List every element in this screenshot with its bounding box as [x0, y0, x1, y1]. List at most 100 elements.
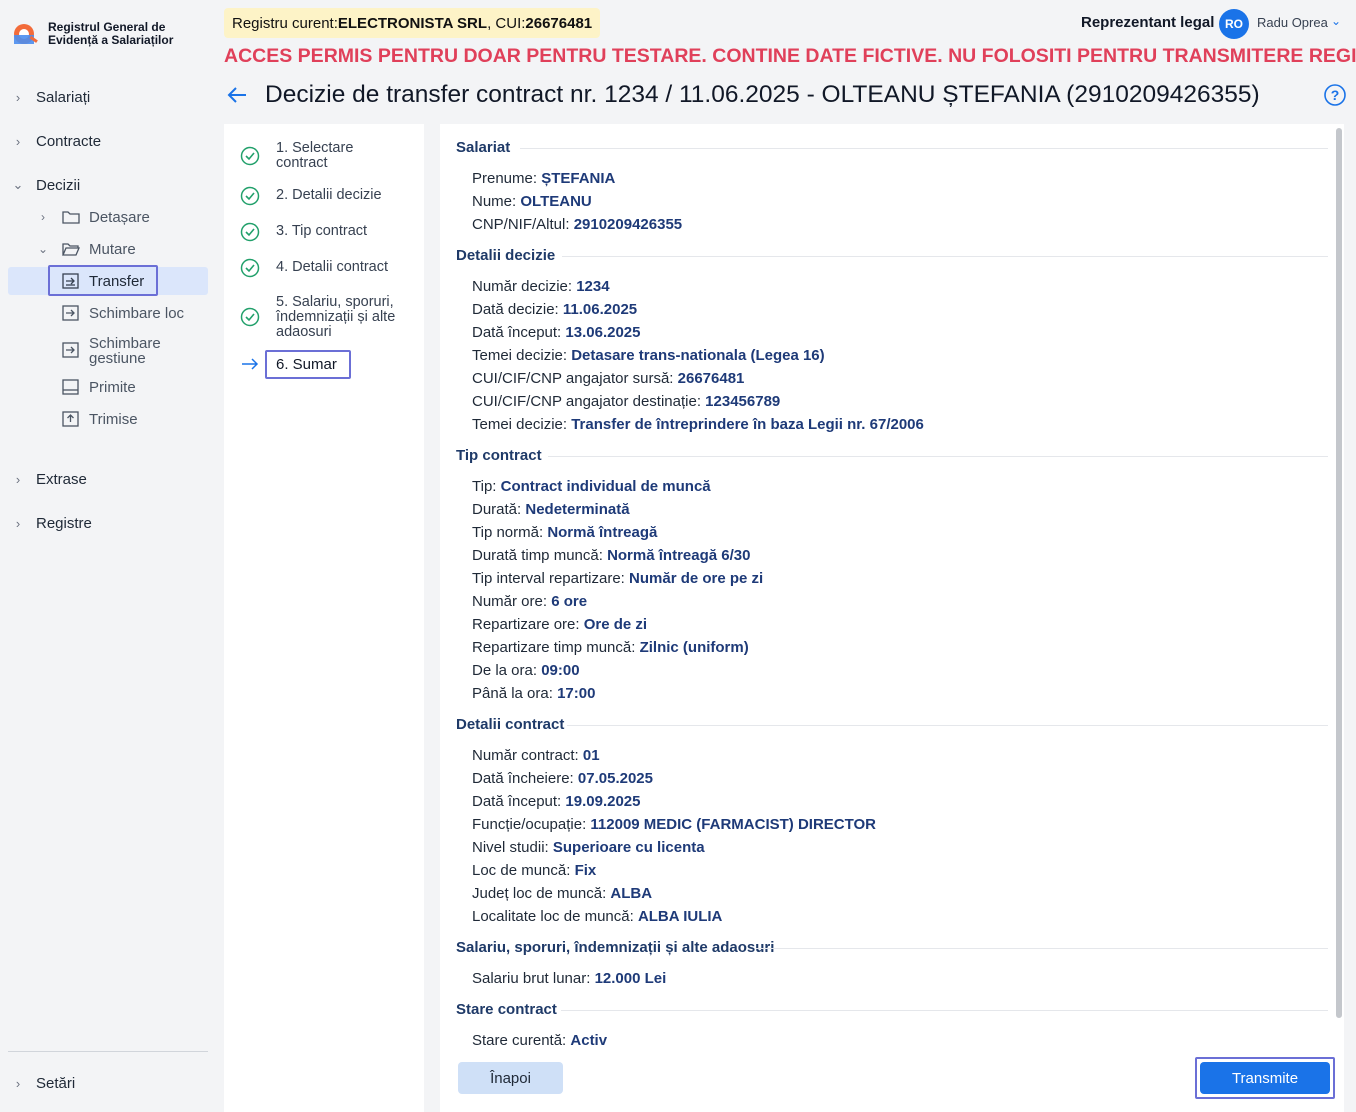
field-nume: Nume: OLTEANU	[472, 193, 592, 210]
app-logo[interactable]: Registrul General de Evidență a Salariaț…	[12, 20, 173, 48]
sidebar-item-decizii[interactable]: ⌄ Decizii	[8, 171, 81, 199]
field-localitate: Localitate loc de muncă: ALBA IULIA	[472, 908, 722, 925]
field-value: 11.06.2025	[562, 301, 638, 318]
sidebar-item-label: Trimise	[89, 410, 138, 428]
registry-prefix: Registru curent:	[232, 14, 338, 32]
wizard-step-3[interactable]: 3. Tip contract	[240, 222, 368, 242]
registry-cui: 26676481	[525, 14, 593, 32]
section-divider	[561, 1010, 1328, 1011]
sidebar-item-registre[interactable]: › Registre	[8, 509, 92, 537]
scrollbar[interactable]	[1336, 128, 1342, 1018]
sidebar-item-label: Registre	[36, 514, 92, 532]
field-value: 2910209426355	[573, 216, 683, 233]
back-button[interactable]: Înapoi	[458, 1062, 563, 1094]
field-label: Stare curentă:	[472, 1032, 571, 1049]
sidebar-item-label: Detașare	[89, 208, 150, 226]
field-loc-munca: Loc de muncă: Fix	[472, 862, 596, 879]
field-temei-decizie-2: Temei decizie: Transfer de întreprindere…	[472, 416, 924, 433]
chevron-down-icon: ⌄	[12, 177, 24, 192]
chevron-right-icon: ›	[15, 1075, 21, 1091]
test-warning-banner: ACCES PERMIS PENTRU DOAR PENTRU TESTARE.…	[224, 45, 1356, 67]
sidebar-item-label: Extrase	[36, 470, 87, 488]
field-functie: Funcție/ocupație: 112009 MEDIC (FARMACIS…	[472, 816, 876, 833]
field-value: 1234	[576, 278, 610, 295]
field-label: Dată început:	[472, 324, 566, 341]
field-value: 17:00	[557, 685, 596, 702]
sidebar-item-trimise[interactable]: Trimise	[62, 405, 138, 433]
folder-icon	[62, 211, 80, 224]
user-role: Reprezentant legal	[1081, 14, 1215, 31]
outbox-icon	[62, 411, 79, 427]
field-label: Repartizare timp muncă:	[472, 639, 640, 656]
help-icon[interactable]: ?	[1324, 84, 1346, 106]
check-circle-icon	[240, 258, 260, 278]
field-label: Dată decizie:	[472, 301, 563, 318]
field-temei-decizie: Temei decizie: Detasare trans-nationala …	[472, 347, 825, 364]
field-value: Activ	[570, 1032, 608, 1049]
user-name[interactable]: Radu Oprea	[1257, 15, 1328, 30]
chevron-down-icon[interactable]: ⌄	[1331, 14, 1341, 28]
field-tip: Tip: Contract individual de muncă	[472, 478, 711, 495]
field-label: CNP/NIF/Altul:	[472, 216, 574, 233]
field-value: 123456789	[705, 393, 781, 410]
field-label: Număr ore:	[472, 593, 552, 610]
check-circle-icon	[240, 146, 260, 166]
field-label: Județ loc de muncă:	[472, 885, 611, 902]
field-value: 26676481	[677, 370, 745, 387]
field-value: 07.05.2025	[577, 770, 653, 787]
sidebar-item-schimbare-loc[interactable]: Schimbare loc	[62, 299, 184, 327]
field-label: Prenume:	[472, 170, 542, 187]
wizard-step-4[interactable]: 4. Detalii contract	[240, 258, 389, 278]
arrow-right-icon	[242, 358, 259, 370]
logo-icon	[14, 24, 38, 44]
field-cnp: CNP/NIF/Altul: 2910209426355	[472, 216, 682, 233]
field-nivel-studii: Nivel studii: Superioare cu licenta	[472, 839, 705, 856]
sidebar-item-mutare[interactable]: ⌄ Mutare	[36, 235, 136, 263]
field-value: 112009 MEDIC (FARMACIST) DIRECTOR	[590, 816, 877, 833]
send-button[interactable]: Transmite	[1200, 1062, 1330, 1094]
sidebar-item-label: Contracte	[36, 132, 102, 150]
step-label: 3. Tip contract	[276, 223, 368, 239]
sidebar-item-schimbare-gestiune[interactable]: Schimbare gestiune	[62, 336, 179, 366]
section-title-detalii-contract: Detalii contract	[456, 716, 565, 733]
field-label: Tip:	[472, 478, 501, 495]
wizard-step-5[interactable]: 5. Salariu, sporuri, îndemnizații și alt…	[240, 295, 395, 340]
wizard-step-6-current[interactable]: 6. Sumar	[265, 350, 351, 379]
sidebar-item-extrase[interactable]: › Extrase	[8, 465, 87, 493]
field-pana-la-ora: Până la ora: 17:00	[472, 685, 595, 702]
sidebar-item-setari[interactable]: › Setări	[8, 1069, 75, 1097]
chevron-right-icon: ›	[15, 89, 21, 105]
sidebar-item-contracte[interactable]: › Contracte	[8, 127, 101, 155]
transfer-icon	[62, 342, 79, 358]
field-stare-curenta: Stare curentă: Activ	[472, 1032, 607, 1049]
avatar[interactable]: RO	[1219, 9, 1249, 39]
back-arrow-icon[interactable]	[226, 84, 248, 106]
wizard-step-1[interactable]: 1. Selectare contract	[240, 141, 353, 171]
sidebar-item-salariati[interactable]: › Salariați	[8, 83, 90, 111]
transfer-icon	[62, 273, 79, 289]
field-label: Tip interval repartizare:	[472, 570, 630, 587]
sidebar-item-transfer[interactable]: Transfer	[62, 267, 144, 295]
field-label: Localitate loc de muncă:	[472, 908, 638, 925]
field-value: Zilnic (uniform)	[639, 639, 749, 656]
svg-text:?: ?	[1331, 87, 1340, 103]
field-repartizare-timp-munca: Repartizare timp muncă: Zilnic (uniform)	[472, 639, 749, 656]
field-label: Funcție/ocupație:	[472, 816, 591, 833]
field-value: ALBA IULIA	[637, 908, 723, 925]
wizard-step-2[interactable]: 2. Detalii decizie	[240, 186, 382, 206]
field-angajator-destinatie: CUI/CIF/CNP angajator destinație: 123456…	[472, 393, 780, 410]
field-value: 09:00	[541, 662, 580, 679]
field-value: Superioare cu licenta	[552, 839, 705, 856]
step-label: 4. Detalii contract	[276, 259, 389, 275]
sidebar-item-label: Transfer	[89, 272, 145, 290]
field-value: OLTEANU	[520, 193, 592, 210]
sidebar-item-detasare[interactable]: › Detașare	[36, 203, 150, 231]
step-label: contract	[276, 155, 328, 171]
field-data-inceput: Dată început: 13.06.2025	[472, 324, 640, 341]
field-label: Durată:	[472, 501, 526, 518]
sidebar-item-label: Primite	[89, 378, 136, 396]
field-value: 6 ore	[551, 593, 588, 610]
sidebar-item-label: Setări	[36, 1074, 76, 1092]
step-label: adaosuri	[276, 324, 332, 340]
sidebar-item-primite[interactable]: Primite	[62, 373, 136, 401]
